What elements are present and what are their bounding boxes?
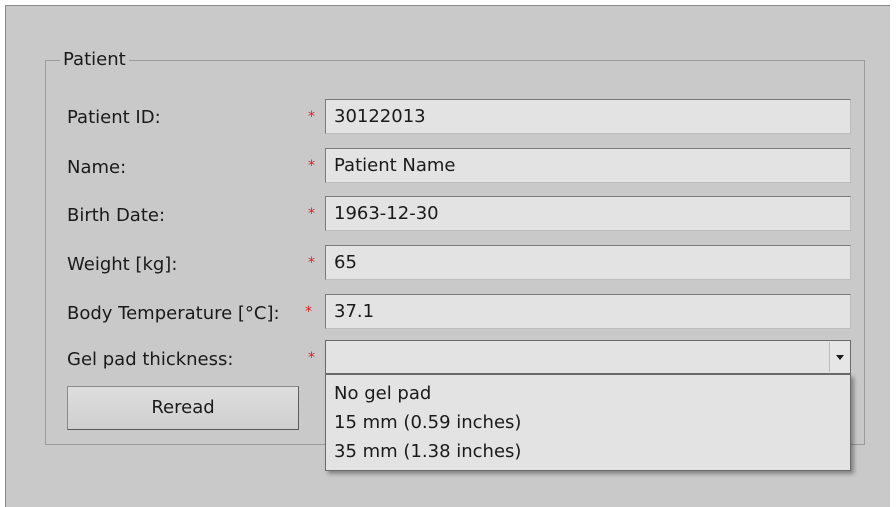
patient-id-label: Patient ID:: [67, 107, 161, 128]
patient-id-input[interactable]: 30122013: [325, 99, 851, 134]
gel-pad-select[interactable]: [325, 340, 851, 374]
weight-required-mark: *: [308, 255, 315, 271]
body-temperature-required-mark: *: [305, 304, 312, 320]
gel-pad-dropdown-list: No gel pad 15 mm (0.59 inches) 35 mm (1.…: [325, 374, 851, 471]
birth-date-required-mark: *: [308, 206, 315, 222]
gel-pad-required-mark: *: [308, 350, 315, 366]
body-temperature-label: Body Temperature [°C]:: [67, 303, 280, 324]
birth-date-input[interactable]: 1963-12-30: [325, 196, 851, 231]
gel-pad-option-35mm[interactable]: 35 mm (1.38 inches): [326, 437, 850, 466]
weight-input[interactable]: 65: [325, 245, 851, 280]
gel-pad-dropdown-button[interactable]: [829, 342, 849, 372]
weight-label: Weight [kg]:: [67, 254, 178, 275]
gel-pad-label: Gel pad thickness:: [67, 349, 234, 370]
birth-date-label: Birth Date:: [67, 205, 166, 226]
name-label: Name:: [67, 157, 127, 178]
gel-pad-option-15mm[interactable]: 15 mm (0.59 inches): [326, 408, 850, 437]
name-input[interactable]: Patient Name: [325, 148, 851, 183]
chevron-down-icon: [835, 354, 844, 360]
gel-pad-option-no-gel-pad[interactable]: No gel pad: [326, 379, 850, 408]
patient-group-title: Patient: [60, 50, 129, 70]
reread-button[interactable]: Reread: [67, 386, 299, 430]
patient-id-required-mark: *: [308, 109, 315, 125]
body-temperature-input[interactable]: 37.1: [325, 294, 851, 329]
name-required-mark: *: [308, 158, 315, 174]
